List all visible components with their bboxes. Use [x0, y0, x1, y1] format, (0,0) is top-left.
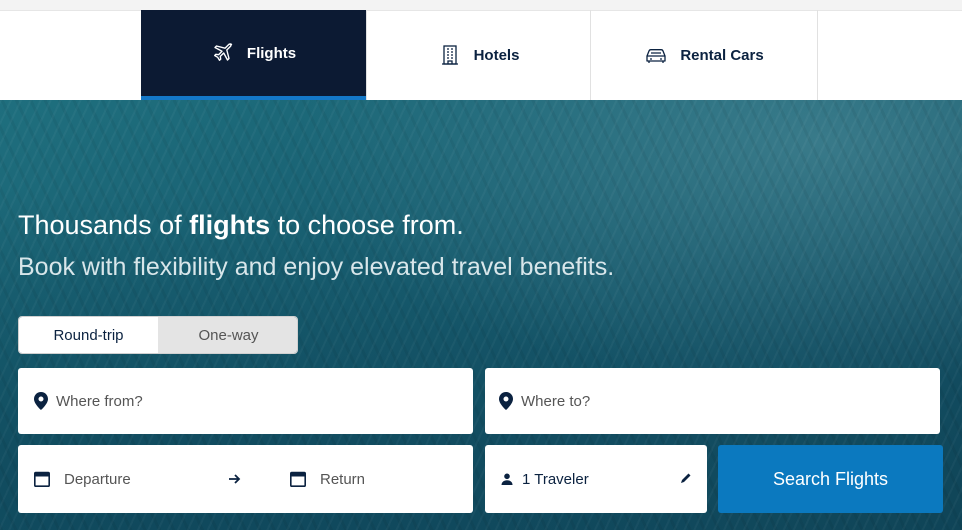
tab-hotels[interactable]: Hotels — [366, 10, 591, 100]
calendar-icon — [34, 471, 50, 487]
hotel-building-icon — [438, 43, 462, 67]
person-icon — [501, 473, 513, 485]
car-icon — [644, 43, 668, 67]
return-date-input[interactable]: Return — [290, 445, 365, 513]
departure-date-input[interactable]: Departure — [34, 445, 131, 513]
hero-banner: Thousands of flights to choose from. Boo… — [0, 100, 962, 530]
tab-rental-cars-label: Rental Cars — [680, 46, 764, 64]
hero-subheadline: Book with flexibility and enjoy elevated… — [18, 253, 615, 281]
departure-placeholder: Departure — [64, 470, 131, 488]
origin-placeholder: Where from? — [56, 392, 143, 410]
destination-input[interactable]: Where to? — [485, 368, 940, 434]
tab-rental-cars[interactable]: Rental Cars — [591, 10, 818, 100]
tab-flights[interactable]: Flights — [141, 10, 366, 100]
search-type-tabs: Flights Hotels Rental Cars — [0, 0, 962, 100]
tab-hotels-label: Hotels — [473, 46, 520, 64]
return-placeholder: Return — [320, 470, 366, 488]
one-way-option[interactable]: One-way — [158, 317, 297, 353]
destination-placeholder: Where to? — [521, 392, 591, 410]
date-range-field: Departure Return — [18, 445, 473, 513]
search-flights-button[interactable]: Search Flights — [718, 445, 943, 513]
edit-pencil-icon[interactable] — [679, 471, 693, 485]
origin-input[interactable]: Where from? — [18, 368, 473, 434]
trip-type-toggle: Round-trip One-way — [18, 316, 298, 354]
travelers-value: 1 Traveler — [522, 470, 589, 488]
location-pin-icon — [34, 392, 48, 410]
arrow-right-icon — [225, 469, 245, 489]
airplane-icon — [211, 41, 235, 65]
travelers-selector[interactable]: 1 Traveler — [485, 445, 707, 513]
location-pin-icon — [499, 392, 513, 410]
round-trip-option[interactable]: Round-trip — [19, 317, 158, 353]
calendar-icon — [290, 471, 306, 487]
tab-flights-label: Flights — [246, 44, 297, 62]
hero-headline: Thousands of flights to choose from. — [18, 210, 464, 240]
